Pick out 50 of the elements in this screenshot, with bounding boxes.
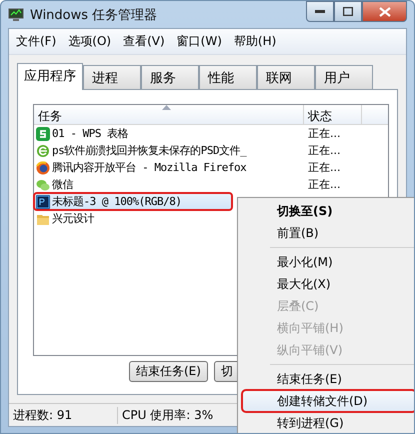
task-row[interactable]: 腾讯内容开放平台 - Mozilla Firefox 正在... [34, 159, 388, 176]
task-row[interactable]: 未标题-3 @ 100%(RGB/8) [34, 193, 232, 210]
task-status: 正在... [307, 177, 342, 192]
tab[interactable]: 应用程序 [17, 63, 83, 90]
context-menu-item[interactable]: 前置(B) [243, 223, 414, 243]
task-status: 正在... [307, 143, 342, 158]
menu-item[interactable]: 窗口(W) [172, 32, 227, 51]
window-title: Windows 任务管理器 [30, 6, 158, 24]
minimize-icon [315, 10, 325, 14]
fox-globe-icon [36, 160, 50, 174]
action-button[interactable]: 结束任务(E) [129, 361, 208, 382]
minimize-button[interactable] [306, 1, 334, 22]
menu-item[interactable]: 选项(O) [63, 32, 116, 51]
monitor-icon [8, 8, 24, 22]
task-name: 腾讯内容开放平台 - Mozilla Firefox [52, 160, 246, 175]
task-name: 01 - WPS 表格 [52, 126, 128, 141]
task-name: 未标题-3 @ 100%(RGB/8) [52, 194, 182, 209]
task-name: ps软件崩溃找回并恢复未保存的PSD文件_ [52, 143, 246, 158]
close-button[interactable] [362, 1, 407, 22]
task-row[interactable]: ps软件崩溃找回并恢复未保存的PSD文件_ 正在... [34, 142, 388, 159]
browser-e-icon [36, 144, 50, 158]
close-icon [378, 6, 390, 16]
tab[interactable]: 进程 [83, 65, 141, 90]
task-status: 正在... [307, 160, 342, 175]
context-menu-item[interactable]: 最大化(X) [243, 274, 414, 294]
tab[interactable]: 服务 [141, 65, 199, 90]
context-menu-item[interactable]: 结束任务(E) [243, 369, 414, 389]
column-header[interactable]: 状态 [304, 105, 362, 125]
process-count: 进程数: 91 [9, 406, 118, 424]
action-button[interactable]: 切 [214, 361, 240, 382]
maximize-icon [343, 7, 353, 16]
sort-arrow-icon [162, 105, 171, 110]
menu-item[interactable]: 查看(V) [118, 32, 170, 51]
task-name: 兴元设计 [52, 211, 94, 226]
menu-item[interactable]: 文件(F) [11, 32, 62, 51]
task-row[interactable]: 微信 正在... [34, 176, 388, 193]
tab[interactable]: 性能 [199, 65, 257, 90]
task-status: 正在... [307, 126, 342, 141]
tab[interactable]: 联网 [257, 65, 315, 90]
chat-bubbles-icon [36, 178, 50, 192]
tab[interactable]: 用户 [315, 65, 373, 90]
menu-item[interactable]: 帮助(H) [228, 32, 282, 51]
spreadsheet-app-icon [36, 126, 50, 140]
context-menu-item[interactable]: 创建转储文件(D) [243, 391, 414, 411]
photo-editor-icon [36, 194, 50, 208]
task-name: 微信 [52, 177, 73, 192]
context-menu-item[interactable]: 最小化(M) [243, 252, 414, 272]
maximize-button[interactable] [334, 1, 362, 22]
context-menu-item[interactable]: 切换至(S) [243, 201, 414, 221]
task-row[interactable]: 01 - WPS 表格 正在... [34, 125, 388, 142]
